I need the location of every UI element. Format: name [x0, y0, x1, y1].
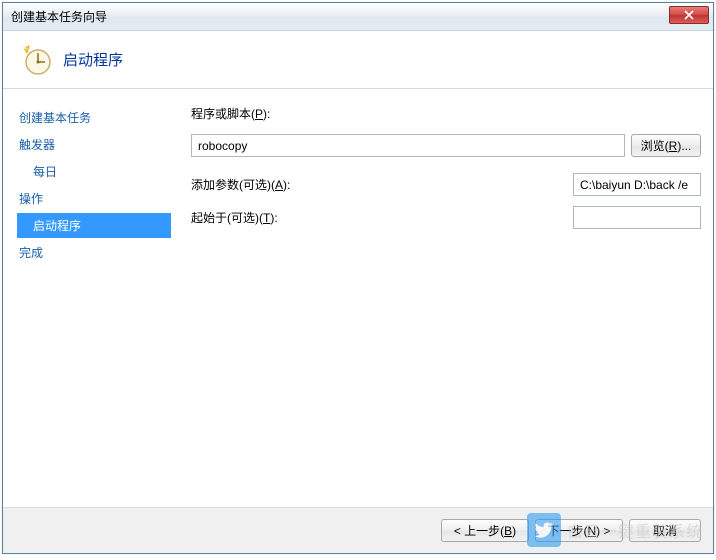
nav-trigger[interactable]: 触发器 — [17, 132, 171, 157]
wizard-body: 创建基本任务 触发器 每日 操作 启动程序 完成 程序或脚本(P): 浏览(R)… — [3, 89, 713, 507]
nav-finish[interactable]: 完成 — [17, 240, 171, 265]
nav-trigger-daily[interactable]: 每日 — [17, 159, 171, 184]
close-button[interactable] — [669, 6, 709, 24]
cancel-button[interactable]: 取消 — [629, 519, 701, 542]
window-title: 创建基本任务向导 — [11, 8, 107, 25]
next-button[interactable]: 下一步(N) > — [535, 519, 623, 542]
wizard-window: 创建基本任务向导 启动程序 创建基本任务 触发器 每日 操作 启动程序 — [2, 2, 714, 554]
browse-button[interactable]: 浏览(R)... — [631, 134, 701, 157]
back-button[interactable]: < 上一步(B) — [441, 519, 529, 542]
header-icon — [19, 43, 53, 77]
run-program-icon — [20, 44, 52, 76]
nav-action[interactable]: 操作 — [17, 186, 171, 211]
program-script-label: 程序或脚本(P): — [191, 105, 270, 122]
wizard-footer: < 上一步(B) 下一步(N) > 取消 白云一键重装系统 — [3, 507, 713, 553]
wizard-header: 启动程序 — [3, 31, 713, 89]
titlebar: 创建基本任务向导 — [3, 3, 713, 31]
close-icon — [684, 10, 694, 20]
start-in-input[interactable] — [573, 206, 701, 229]
program-script-input[interactable] — [191, 134, 625, 157]
start-in-label: 起始于(可选)(T): — [191, 209, 278, 226]
add-arguments-input[interactable] — [573, 173, 701, 196]
add-arguments-label: 添加参数(可选)(A): — [191, 176, 290, 193]
content-pane: 程序或脚本(P): 浏览(R)... 添加参数(可选)(A): 起始于(可选)(… — [171, 105, 713, 507]
page-heading: 启动程序 — [63, 49, 123, 70]
nav-start-program[interactable]: 启动程序 — [17, 213, 171, 238]
nav-create-basic-task[interactable]: 创建基本任务 — [17, 105, 171, 130]
sidebar: 创建基本任务 触发器 每日 操作 启动程序 完成 — [3, 105, 171, 507]
